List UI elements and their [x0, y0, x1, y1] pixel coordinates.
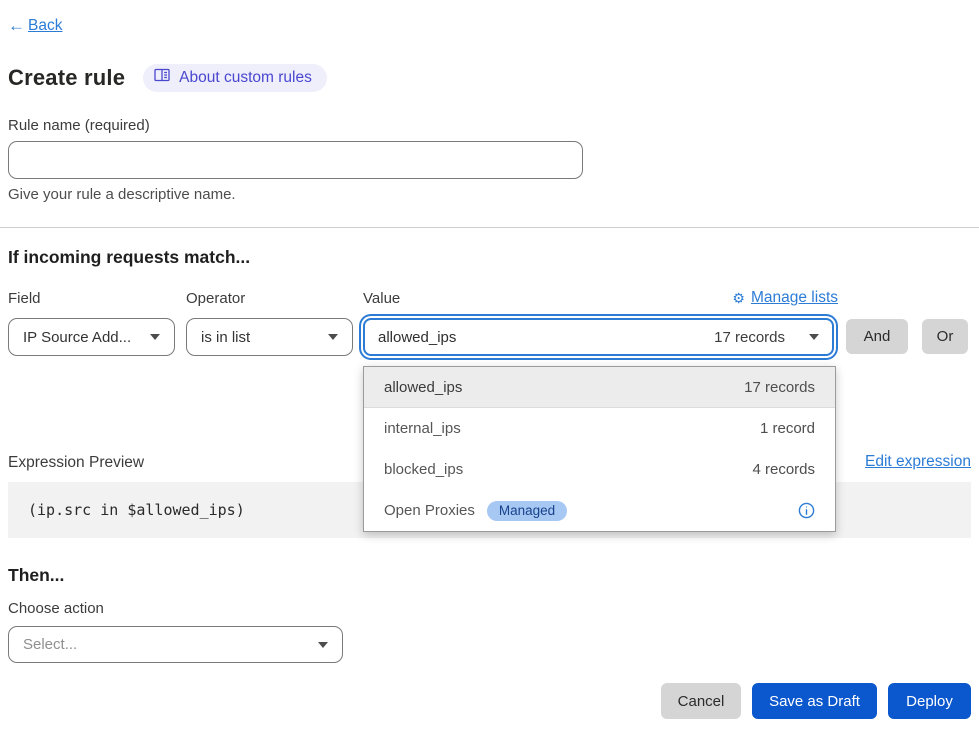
- page-title: Create rule: [8, 65, 125, 91]
- list-option-allowed-ips[interactable]: allowed_ips 17 records: [364, 367, 835, 408]
- book-icon: [154, 68, 170, 87]
- manage-lists-label: Manage lists: [751, 289, 838, 307]
- or-button[interactable]: Or: [922, 319, 968, 354]
- rule-name-label: Rule name (required): [8, 117, 150, 134]
- manage-lists-link[interactable]: ⚙ Manage lists: [732, 289, 838, 307]
- back-link[interactable]: ← Back: [8, 16, 62, 36]
- choose-action-label: Choose action: [8, 600, 104, 617]
- edit-expression-link[interactable]: Edit expression: [865, 453, 971, 471]
- list-option-blocked-ips[interactable]: blocked_ips 4 records: [364, 449, 835, 490]
- value-record-count: 17 records: [714, 329, 785, 346]
- save-as-draft-button[interactable]: Save as Draft: [752, 683, 877, 719]
- list-option-records: 17 records: [744, 379, 815, 396]
- choose-action-select[interactable]: Select...: [8, 626, 343, 663]
- about-custom-rules-label: About custom rules: [179, 69, 312, 87]
- managed-badge: Managed: [487, 501, 567, 521]
- value-list-combobox[interactable]: allowed_ips 17 records: [363, 318, 834, 356]
- field-select-value: IP Source Add...: [23, 329, 131, 346]
- choose-action-placeholder: Select...: [23, 636, 77, 653]
- chevron-down-icon: [318, 642, 328, 648]
- list-option-name: Open Proxies: [384, 502, 475, 519]
- deploy-button[interactable]: Deploy: [888, 683, 971, 719]
- about-custom-rules-link[interactable]: About custom rules: [143, 64, 327, 92]
- value-label: Value: [363, 290, 400, 307]
- list-option-open-proxies[interactable]: Open Proxies Managed: [364, 490, 835, 531]
- section-divider: [0, 227, 979, 228]
- list-option-internal-ips[interactable]: internal_ips 1 record: [364, 408, 835, 449]
- field-select[interactable]: IP Source Add...: [8, 318, 175, 356]
- title-row: Create rule About custom rules: [8, 64, 327, 92]
- operator-label: Operator: [186, 290, 245, 307]
- value-selected-list: allowed_ips: [378, 329, 456, 346]
- list-dropdown-panel: allowed_ips 17 records internal_ips 1 re…: [363, 366, 836, 532]
- rule-name-input[interactable]: [8, 141, 583, 179]
- list-option-name: allowed_ips: [384, 379, 462, 396]
- rule-name-helper: Give your rule a descriptive name.: [8, 186, 236, 203]
- back-link-label: Back: [28, 17, 62, 35]
- create-rule-page: ← Back Create rule About custom rules Ru…: [0, 0, 979, 739]
- info-icon[interactable]: [798, 502, 815, 519]
- operator-select[interactable]: is in list: [186, 318, 353, 356]
- gear-icon: ⚙: [732, 291, 745, 305]
- then-section-heading: Then...: [8, 565, 64, 586]
- list-option-name: internal_ips: [384, 420, 461, 437]
- expression-preview-label: Expression Preview: [8, 454, 144, 472]
- list-option-name: blocked_ips: [384, 461, 463, 478]
- field-label: Field: [8, 290, 41, 307]
- and-button[interactable]: And: [846, 319, 908, 354]
- chevron-down-icon: [809, 334, 819, 340]
- back-arrow-icon: ←: [8, 16, 25, 36]
- list-option-records: 4 records: [752, 461, 815, 478]
- chevron-down-icon: [150, 334, 160, 340]
- match-section-heading: If incoming requests match...: [8, 247, 250, 268]
- cancel-button[interactable]: Cancel: [661, 683, 741, 719]
- operator-select-value: is in list: [201, 329, 250, 346]
- chevron-down-icon: [328, 334, 338, 340]
- list-option-records: 1 record: [760, 420, 815, 437]
